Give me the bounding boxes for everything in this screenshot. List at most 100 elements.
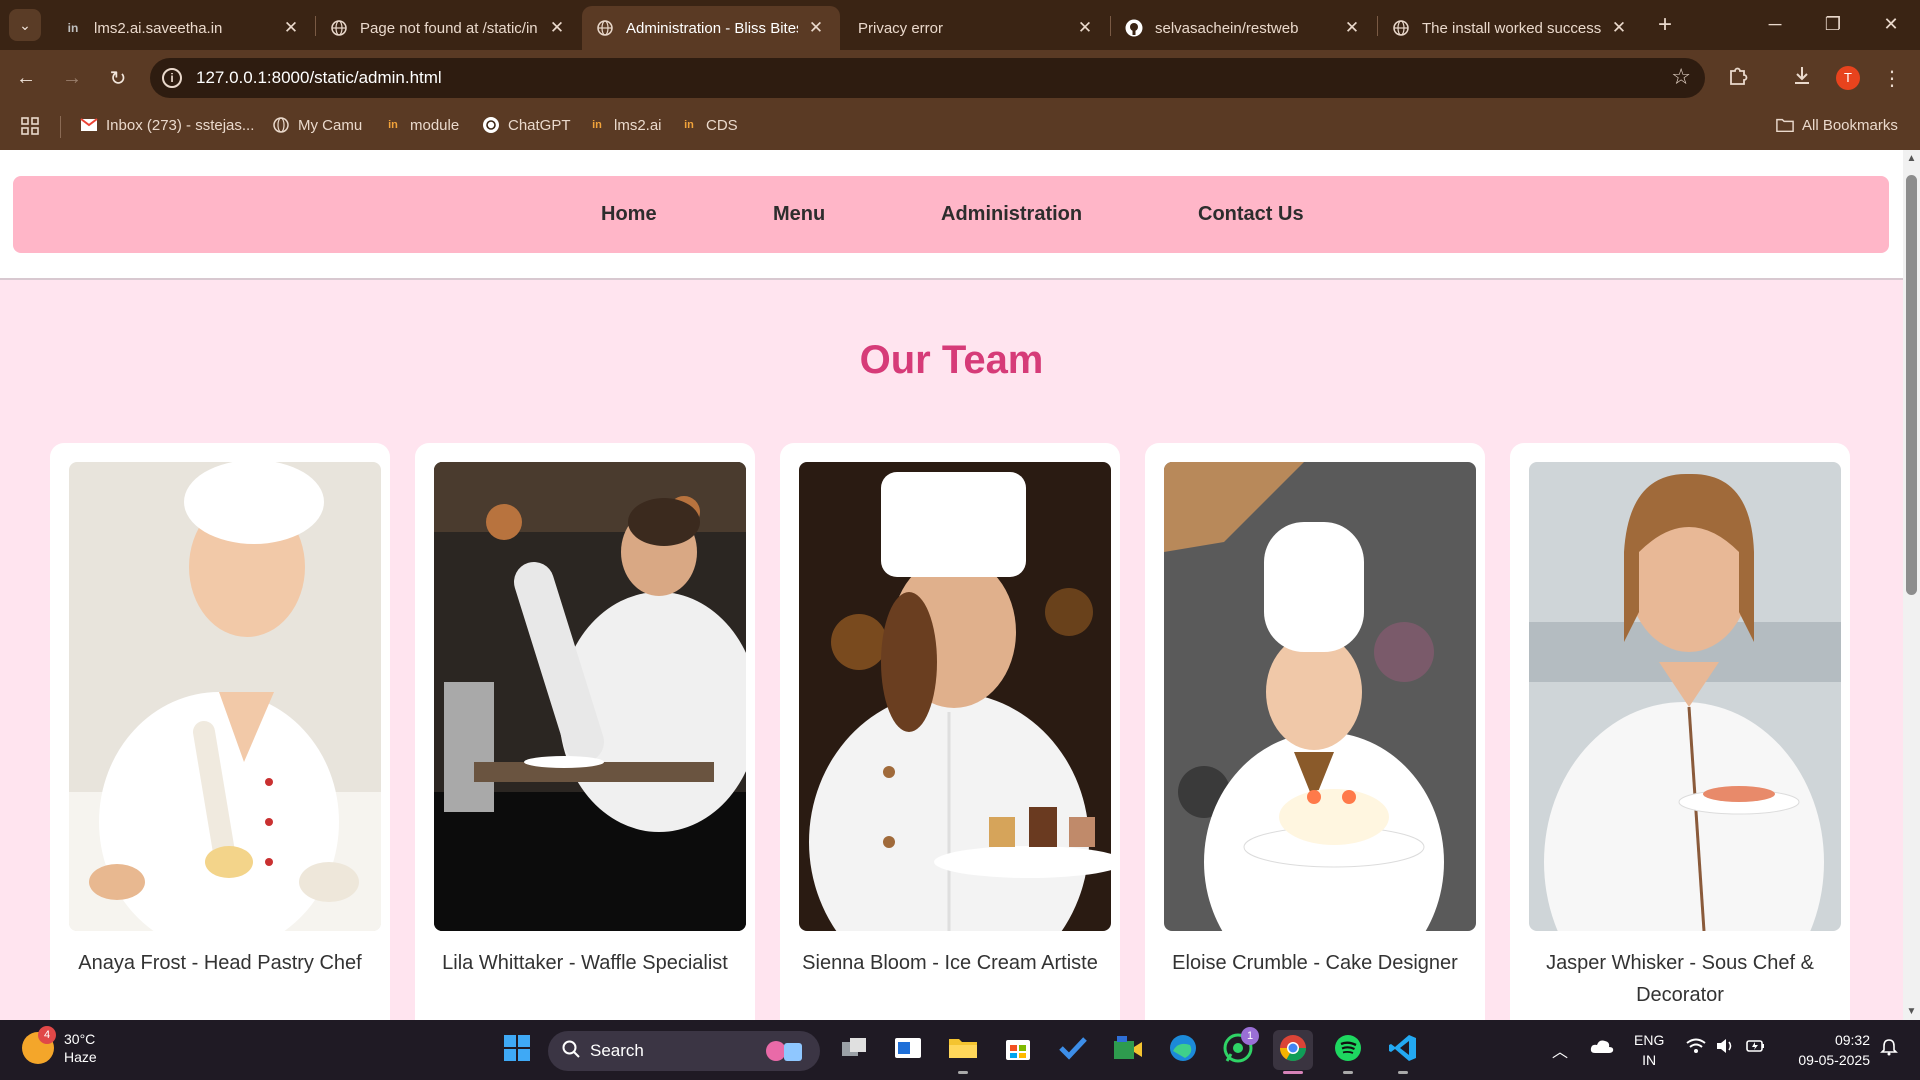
taskbar-search[interactable]: Search [548, 1031, 820, 1071]
tab-lms2[interactable]: in lms2.ai.saveetha.in ✕ [50, 6, 315, 50]
bookmark-inbox[interactable]: Inbox (273) - sstejas... [80, 116, 254, 134]
running-indicator [958, 1071, 968, 1074]
nav-menu[interactable]: Menu [773, 176, 825, 253]
close-icon[interactable]: ✕ [281, 18, 301, 38]
whatsapp-badge: 1 [1241, 1026, 1259, 1045]
url-text[interactable]: 127.0.0.1:8000/static/admin.html [196, 68, 442, 88]
chevron-up-icon: ︿ [1552, 1044, 1569, 1061]
taskbar-app-widgets[interactable] [888, 1030, 928, 1070]
restore-button[interactable]: ❐ [1804, 0, 1862, 48]
nav-home[interactable]: Home [601, 176, 657, 253]
gmail-icon [80, 116, 98, 134]
github-icon [1125, 19, 1143, 37]
close-window-button[interactable]: ✕ [1862, 0, 1920, 48]
wifi-icon[interactable] [1686, 1038, 1706, 1059]
lms-icon: in [388, 119, 398, 131]
reload-button[interactable]: ↻ [102, 62, 134, 94]
bookmark-cds[interactable]: in CDS [680, 116, 738, 134]
tab-search-button[interactable]: ⌄ [9, 9, 41, 41]
scroll-down-arrow-icon[interactable]: ▼ [1903, 1003, 1920, 1020]
info-icon[interactable]: i [162, 68, 182, 88]
system-clock[interactable]: 09:32 09-05-2025 [1786, 1030, 1870, 1070]
globe-icon [1392, 19, 1410, 37]
star-icon[interactable]: ☆ [1671, 64, 1691, 90]
start-button[interactable] [497, 1030, 537, 1070]
vscode-icon [1388, 1033, 1418, 1068]
chrome-icon [1278, 1033, 1308, 1068]
download-icon [1791, 64, 1813, 92]
all-bookmarks-label: All Bookmarks [1802, 116, 1898, 134]
close-icon[interactable]: ✕ [806, 18, 826, 38]
address-bar[interactable]: i 127.0.0.1:8000/static/admin.html ☆ [150, 58, 1705, 98]
back-button[interactable]: ← [10, 62, 42, 94]
bookmark-label: CDS [706, 116, 738, 134]
all-bookmarks-button[interactable]: All Bookmarks [1776, 116, 1898, 134]
bookmark-chatgpt[interactable]: ChatGPT [482, 116, 571, 134]
new-tab-button[interactable]: + [1650, 10, 1680, 40]
team-member-name: Anaya Frost - Head Pastry Chef [78, 952, 362, 974]
tray-overflow-button[interactable]: ︿ [1552, 1038, 1568, 1062]
bookmark-lms2[interactable]: in lms2.ai [588, 116, 661, 134]
task-view-button[interactable] [834, 1030, 874, 1070]
windows-taskbar: 4 30°C Haze Search 1 ︿ ENG IN 09:32 09-0… [0, 1020, 1920, 1080]
taskbar-search-placeholder: Search [590, 1041, 644, 1060]
running-indicator [1398, 1071, 1408, 1074]
reload-icon: ↻ [109, 67, 127, 90]
battery-icon[interactable] [1746, 1038, 1766, 1059]
tab-github[interactable]: selvasachein/restweb ✕ [1111, 6, 1376, 50]
close-icon[interactable]: ✕ [1075, 18, 1095, 38]
taskbar-app-chrome[interactable] [1273, 1030, 1313, 1074]
onedrive-tray-icon[interactable] [1590, 1038, 1614, 1059]
weather-widget[interactable]: 4 30°C Haze [22, 1026, 97, 1066]
taskbar-app-spotify[interactable] [1328, 1030, 1368, 1074]
running-indicator [1283, 1071, 1303, 1074]
taskbar-app-vscode[interactable] [1383, 1030, 1423, 1074]
close-icon[interactable]: ✕ [1342, 18, 1362, 38]
running-indicator [1343, 1071, 1353, 1074]
tab-administration[interactable]: Administration - Bliss Bites ✕ [582, 6, 840, 50]
downloads-button[interactable] [1786, 62, 1818, 94]
tab-page-not-found[interactable]: Page not found at /static/in ✕ [316, 6, 581, 50]
tab-title: Privacy error [858, 19, 944, 37]
taskbar-app-camera[interactable] [1108, 1030, 1148, 1070]
taskbar-app-edge[interactable] [1163, 1030, 1203, 1070]
edge-icon [1168, 1033, 1198, 1068]
tab-install-worked[interactable]: The install worked success ✕ [1378, 6, 1643, 50]
weather-desc: Haze [64, 1049, 97, 1065]
tab-privacy-error[interactable]: Privacy error ✕ [844, 6, 1109, 50]
close-icon[interactable]: ✕ [1609, 18, 1629, 38]
extensions-button[interactable] [1722, 62, 1754, 94]
minimize-button[interactable]: ─ [1746, 0, 1804, 48]
nav-administration[interactable]: Administration [941, 176, 1082, 253]
page-scrollbar[interactable]: ▲ ▼ [1903, 150, 1920, 1020]
apps-button[interactable] [20, 116, 40, 140]
tab-title: The install worked success [1422, 19, 1601, 37]
taskbar-app-whatsapp[interactable]: 1 [1218, 1026, 1259, 1070]
tab-title: Page not found at /static/in [360, 19, 538, 37]
tab-title: selvasachein/restweb [1155, 19, 1299, 37]
lang-line2: IN [1642, 1052, 1657, 1068]
bookmark-module[interactable]: in module [384, 116, 459, 134]
close-icon[interactable]: ✕ [547, 18, 567, 38]
nav-contact-us[interactable]: Contact Us [1198, 176, 1304, 253]
volume-icon[interactable] [1716, 1038, 1736, 1059]
scroll-thumb[interactable] [1906, 175, 1917, 595]
team-member-photo [1529, 462, 1841, 931]
bookmark-my-camu[interactable]: My Camu [272, 116, 362, 134]
taskbar-app-store[interactable] [998, 1030, 1038, 1070]
forward-button[interactable]: → [56, 62, 88, 94]
team-card: Eloise Crumble - Cake Designer [1145, 443, 1485, 1020]
scroll-up-arrow-icon[interactable]: ▲ [1903, 150, 1920, 167]
taskbar-app-todo[interactable] [1053, 1030, 1093, 1070]
lms-icon: in [592, 119, 602, 131]
browser-menu-button[interactable]: ⋮ [1876, 62, 1908, 94]
notification-bell-icon[interactable] [1880, 1038, 1898, 1061]
team-member-name: Sienna Bloom - Ice Cream Artiste [802, 952, 1098, 974]
windows-logo-icon [503, 1034, 531, 1067]
input-language[interactable]: ENG IN [1634, 1030, 1664, 1070]
profile-avatar[interactable]: T [1836, 66, 1860, 90]
apps-grid-icon [20, 116, 40, 140]
taskbar-app-file-explorer[interactable] [943, 1030, 983, 1074]
puzzle-icon [1727, 64, 1749, 92]
plus-icon: + [1657, 11, 1672, 38]
